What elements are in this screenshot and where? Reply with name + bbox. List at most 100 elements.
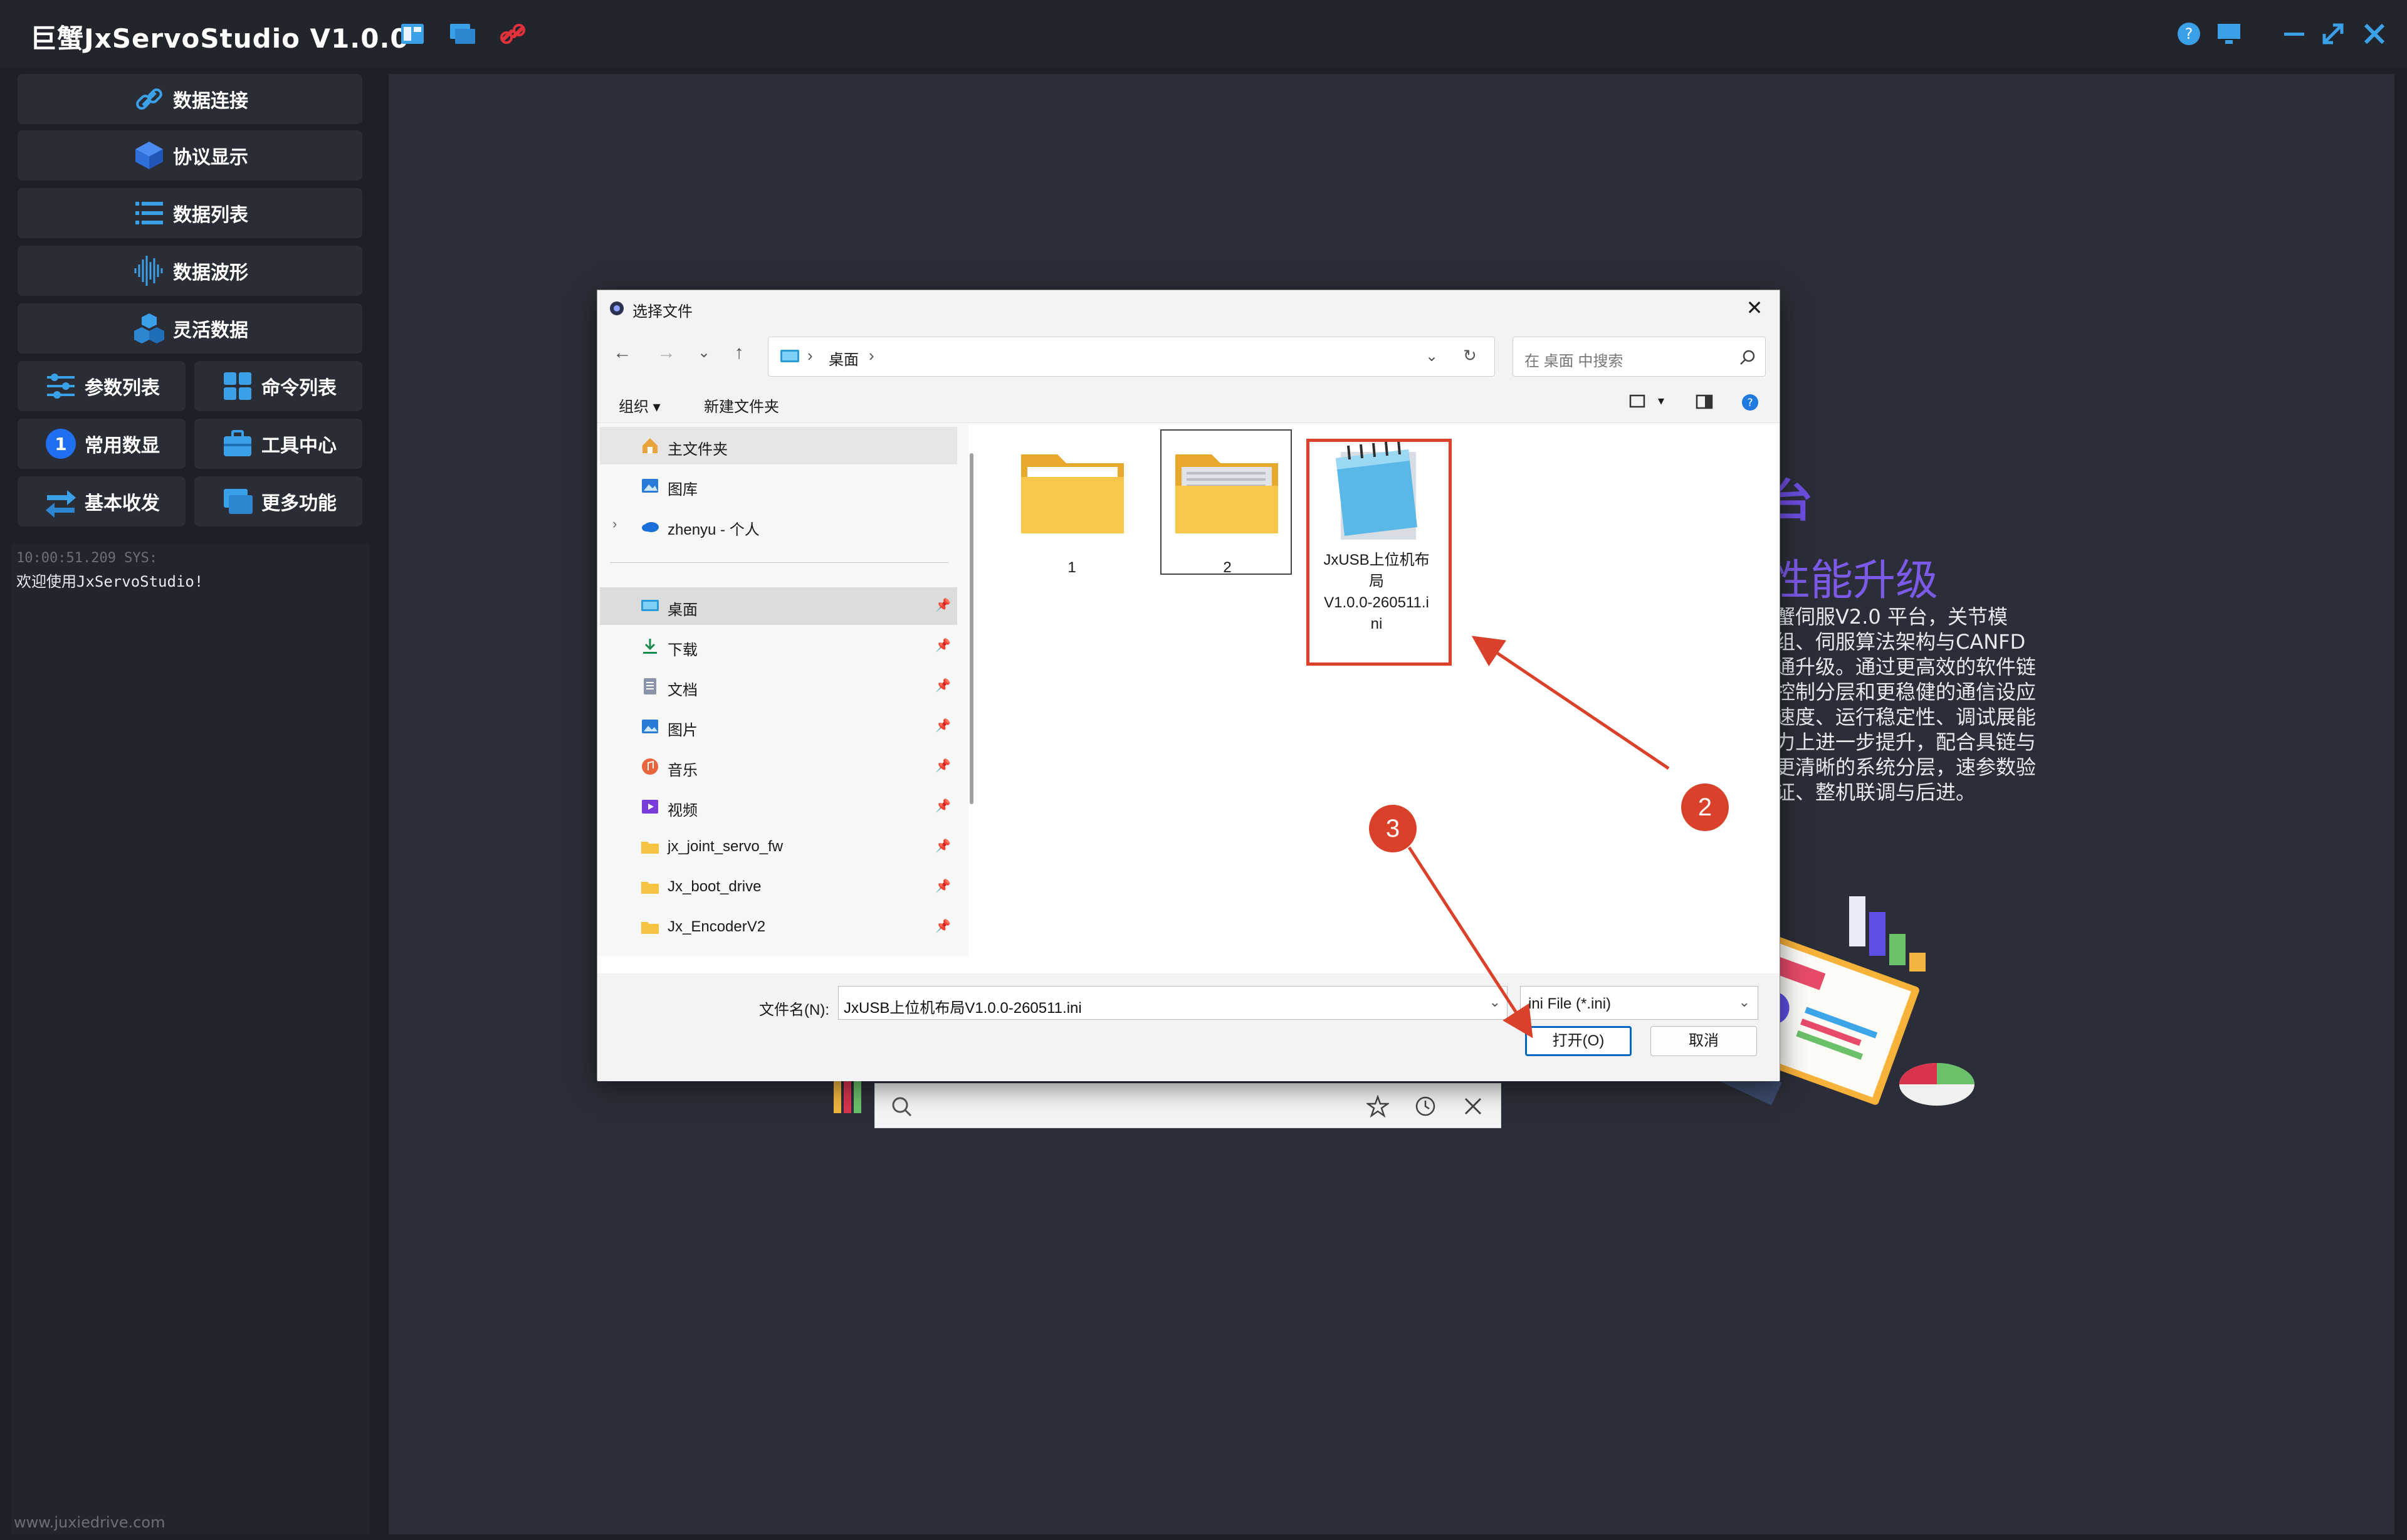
back-arrow-icon[interactable]: ← [610,340,635,365]
forward-arrow-icon[interactable]: → [654,340,679,365]
pin-icon[interactable]: 📌 [935,758,951,773]
svg-text:1: 1 [55,434,66,454]
layout-icon[interactable] [397,19,427,49]
chevron-down-icon[interactable]: ⌄ [1489,994,1501,1010]
pin-icon[interactable]: 📌 [935,918,951,934]
folder-icon [641,922,659,934]
nav-label: 命令列表 [261,377,337,399]
filetype-select[interactable]: ini File (*.ini) ⌄ [1520,986,1758,1020]
preview-pane-icon[interactable] [1696,394,1713,409]
nav-common-display-button[interactable]: 1 常用数显 [18,419,186,469]
file-name: 1 [1067,559,1076,576]
monitor-icon[interactable] [448,19,478,49]
number-one-icon: 1 [46,429,76,459]
search-icon[interactable] [1739,348,1756,366]
nav-item-label: Jx_boot_drive [668,878,762,895]
filetype-value: ini File (*.ini) [1528,995,1612,1012]
help-icon[interactable]: ? [1741,393,1759,412]
maximize-icon[interactable] [2318,19,2348,49]
nav-item-folder[interactable]: jx_joint_servo_fw 📌 [600,828,957,866]
star-icon[interactable] [1366,1095,1389,1118]
search-box[interactable]: 在 桌面 中搜索 [1513,337,1766,377]
nav-item-onedrive[interactable]: › zhenyu - 个人 [600,507,957,545]
nav-param-list-button[interactable]: 参数列表 [18,361,186,411]
app-title: 巨蟹JxServoStudio V1.0.0 [30,23,409,54]
folder-tile[interactable]: 1 [1006,436,1138,576]
expand-chevron-icon[interactable]: › [612,516,617,532]
organize-menu[interactable]: 组织 ▾ [619,394,661,416]
nav-item-home[interactable]: 主文件夹 [600,427,957,464]
nav-item-folder[interactable]: Jx_boot_drive 📌 [600,868,957,906]
nav-tool-center-button[interactable]: 工具中心 [194,419,362,469]
address-bar[interactable]: › 桌面 › ⌄ ↻ [768,337,1495,377]
nav-command-list-button[interactable]: 命令列表 [194,361,362,411]
background-paragraph: 蟹伺服V2.0 平台，关节模组、伺服算法架构与CANFD通升级。通过更高效的软件… [1775,605,2037,804]
nav-item-gallery[interactable]: 图库 [600,467,957,505]
breadcrumb-desktop[interactable]: 桌面 [829,347,859,369]
nav-waveform-button[interactable]: 数据波形 [18,246,362,296]
refresh-icon[interactable]: ↻ [1463,346,1477,365]
nav-more-features-button[interactable]: 更多功能 [194,476,362,526]
filename-label: 文件名(N): [759,1002,829,1019]
view-mode-icon[interactable] [1629,394,1647,409]
log-panel[interactable]: 10:00:51.209 SYS: 欢迎使用JxServoStudio! [11,544,370,1534]
pin-icon[interactable]: 📌 [935,718,951,733]
browser-address-bar[interactable] [874,1083,1501,1128]
screen-icon[interactable] [2214,19,2244,49]
minimize-icon[interactable] [2279,19,2309,49]
dialog-close-icon[interactable]: ✕ [1742,295,1767,320]
nav-label: 数据波形 [173,262,248,284]
nav-item-label: 视频 [668,802,698,819]
navigation-scrollbar[interactable] [970,453,973,804]
nav-item-videos[interactable]: 视频 📌 [600,788,957,825]
nav-item-label: 下载 [668,642,698,659]
pin-icon[interactable]: 📌 [935,798,951,814]
pin-icon[interactable]: 📌 [935,637,951,653]
list-icon [135,202,163,224]
history-icon[interactable] [1414,1095,1437,1118]
download-icon [643,639,657,654]
cancel-button[interactable]: 取消 [1650,1026,1757,1056]
link-icon [136,88,162,110]
nav-item-label: 桌面 [668,602,698,619]
link-broken-icon[interactable] [498,19,528,49]
open-button[interactable]: 打开(O) [1525,1026,1632,1056]
up-arrow-icon[interactable]: ↑ [726,340,752,365]
nav-item-desktop[interactable]: 桌面 📌 [600,587,957,625]
nav-basic-txrx-button[interactable]: 基本收发 [18,476,186,526]
address-dropdown-icon[interactable]: ⌄ [1425,347,1438,365]
search-person-icon[interactable] [890,1095,913,1118]
nav-item-folder[interactable]: Jx_EncoderV2 📌 [600,908,957,946]
new-folder-button[interactable]: 新建文件夹 [704,394,779,416]
nav-item-downloads[interactable]: 下载 📌 [600,627,957,665]
nav-data-connect-button[interactable]: 数据连接 [18,74,362,124]
app-titlebar: 巨蟹JxServoStudio V1.0.0 ? [0,0,2407,68]
folder-icon [641,842,659,854]
pin-icon[interactable]: 📌 [935,597,951,613]
document-icon [644,678,656,694]
toolbox-icon [224,430,251,456]
help-icon[interactable]: ? [2174,19,2204,49]
nav-item-label: Jx_EncoderV2 [668,918,766,935]
log-message: 欢迎使用JxServoStudio! [16,573,204,590]
svg-text:?: ? [2185,25,2193,43]
pin-icon[interactable]: 📌 [935,838,951,854]
tools-icon[interactable] [1462,1095,1484,1118]
nav-protocol-display-button[interactable]: 协议显示 [18,130,362,181]
nav-item-music[interactable]: 音乐 📌 [600,748,957,785]
nav-flexible-data-button[interactable]: 灵活数据 [18,303,362,354]
close-icon[interactable] [2359,19,2389,49]
nav-data-list-button[interactable]: 数据列表 [18,188,362,238]
pin-icon[interactable]: 📌 [935,678,951,693]
windows-icon [224,489,253,514]
nav-item-documents[interactable]: 文档 📌 [600,668,957,705]
pin-icon[interactable]: 📌 [935,878,951,894]
nav-item-pictures[interactable]: 图片 📌 [600,708,957,745]
nav-item-label: 文档 [668,682,698,699]
nav-label: 参数列表 [85,377,160,399]
home-icon [642,438,658,453]
recent-locations-icon[interactable]: ⌄ [691,340,716,365]
folder-tile[interactable]: 2 [1160,429,1292,576]
filename-input[interactable]: JxUSB上位机布局V1.0.0-260511.ini ⌄ [838,986,1508,1020]
view-dropdown-icon[interactable]: ▾ [1658,393,1664,409]
